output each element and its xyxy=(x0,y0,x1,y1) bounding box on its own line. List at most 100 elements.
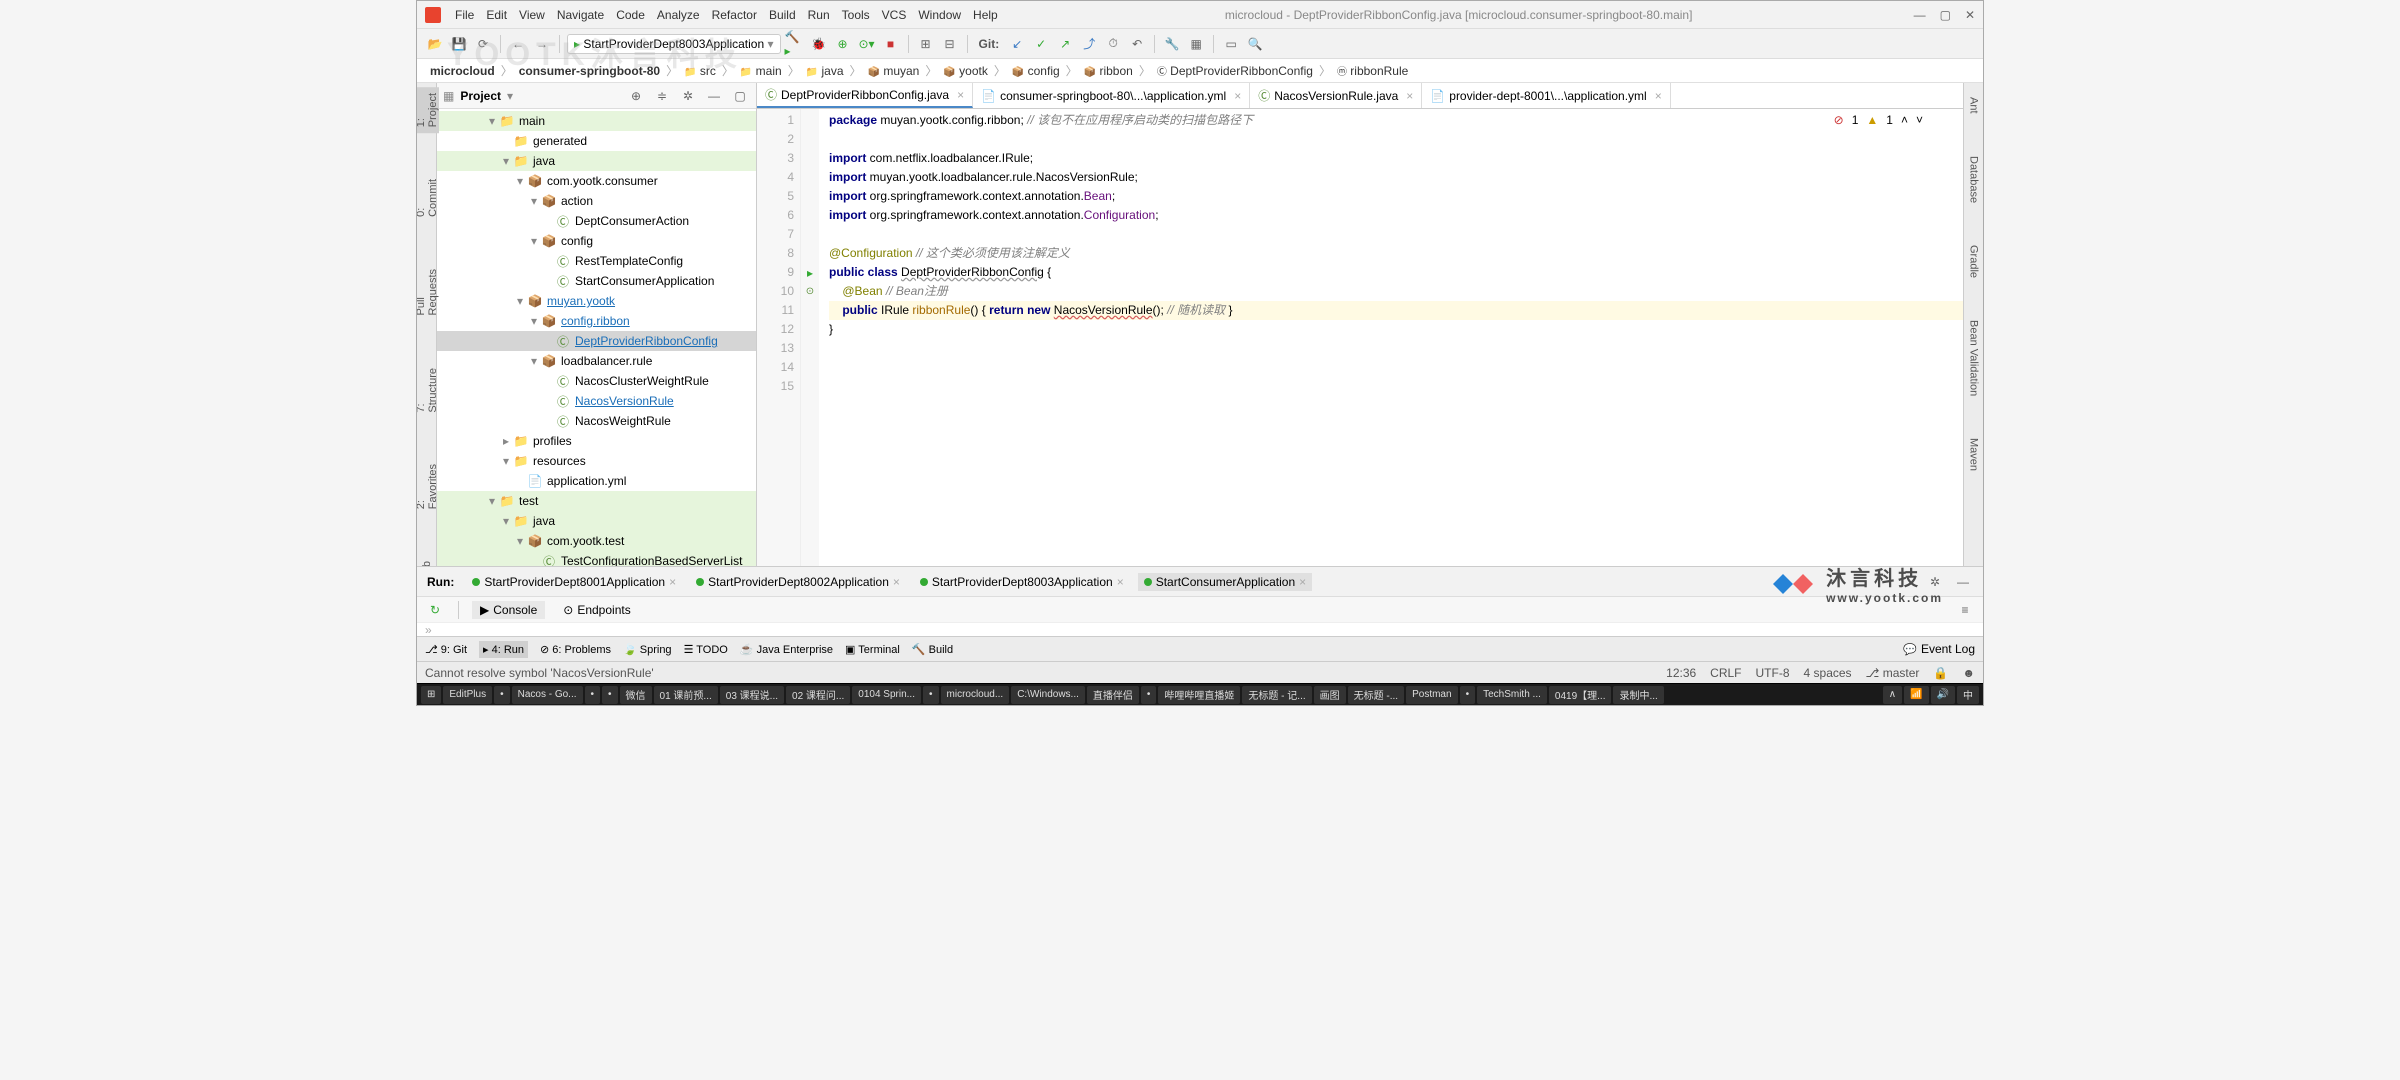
menu-window[interactable]: Window xyxy=(912,8,967,22)
expand-all-icon[interactable]: ≑ xyxy=(652,86,672,106)
right-tab-4[interactable]: Maven xyxy=(1968,432,1980,477)
forward-icon[interactable]: → xyxy=(532,34,552,54)
menu-vcs[interactable]: VCS xyxy=(876,8,913,22)
bottom-tab-build[interactable]: 🔨 Build xyxy=(912,643,953,656)
menu-view[interactable]: View xyxy=(513,8,551,22)
breadcrumb-2[interactable]: 📁 src xyxy=(681,63,719,79)
menu-build[interactable]: Build xyxy=(763,8,802,22)
taskbar-btn-19[interactable]: Postman xyxy=(1406,686,1457,704)
right-tab-3[interactable]: Bean Validation xyxy=(1968,314,1980,402)
chevron-up-icon[interactable]: ˄ xyxy=(1901,113,1908,127)
taskbar-btn-16[interactable]: 无标题 - 记... xyxy=(1242,686,1311,704)
menu-tools[interactable]: Tools xyxy=(836,8,876,22)
left-tab-3[interactable]: 7: Structure xyxy=(417,362,439,419)
tree-start_consumer_application[interactable]: ⒸStartConsumerApplication xyxy=(437,271,756,291)
tree-config_ribbon[interactable]: ▾📦config.ribbon xyxy=(437,311,756,331)
taskbar-btn-17[interactable]: 画图 xyxy=(1314,686,1346,704)
encoding[interactable]: UTF-8 xyxy=(1756,666,1790,680)
refresh-icon[interactable]: ⟳ xyxy=(473,34,493,54)
project-tool-icon[interactable]: ▦ xyxy=(443,89,454,103)
tree-com_yootk_test[interactable]: ▾📦com.yootk.test xyxy=(437,531,756,551)
indent[interactable]: 4 spaces xyxy=(1804,666,1852,680)
git-commit-icon[interactable]: ✓ xyxy=(1031,34,1051,54)
right-tab-1[interactable]: Database xyxy=(1968,150,1980,209)
taskbar-btn-6[interactable]: 01 课前预... xyxy=(654,686,718,704)
left-tab-5[interactable]: Web xyxy=(421,555,433,566)
debug-icon[interactable]: 🐞 xyxy=(809,34,829,54)
run-tab-3[interactable]: StartConsumerApplication× xyxy=(1138,573,1312,591)
git-clock-icon[interactable]: ⏱ xyxy=(1103,34,1123,54)
start-button[interactable]: ⊞ xyxy=(421,686,441,704)
right-tab-2[interactable]: Gradle xyxy=(1968,239,1980,284)
taskbar-btn-1[interactable]: • xyxy=(494,686,510,704)
taskbar-btn-13[interactable]: 直播伴侣 xyxy=(1087,686,1139,704)
lock-icon[interactable]: 🔒 xyxy=(1933,666,1948,680)
breadcrumb-4[interactable]: 📁 java xyxy=(803,63,847,79)
editor-tab-3[interactable]: 📄provider-dept-8001\...\application.yml× xyxy=(1422,83,1670,108)
taskbar-btn-21[interactable]: TechSmith ... xyxy=(1477,686,1547,704)
more2-icon[interactable]: ⊟ xyxy=(940,34,960,54)
maximize-icon[interactable]: ▢ xyxy=(1940,8,1951,22)
git-branch[interactable]: ⎇ master xyxy=(1866,666,1920,680)
bottom-tab-term[interactable]: ▣ Terminal xyxy=(845,643,900,656)
tree-dept_provider_ribbon_config[interactable]: ⒸDeptProviderRibbonConfig xyxy=(437,331,756,351)
git-history-icon[interactable]: ⤴ xyxy=(1079,34,1099,54)
coverage-icon[interactable]: ⊕ xyxy=(833,34,853,54)
left-tab-2[interactable]: Pull Requests xyxy=(417,263,439,321)
breadcrumb-1[interactable]: consumer-springboot-80 xyxy=(516,63,663,79)
search-icon[interactable]: 🔍 xyxy=(1245,34,1265,54)
more-icon[interactable]: ⊞ xyxy=(916,34,936,54)
git-revert-icon[interactable]: ↶ xyxy=(1127,34,1147,54)
left-tab-1[interactable]: 0: Commit xyxy=(417,173,439,223)
tree-application_yml[interactable]: 📄application.yml xyxy=(437,471,756,491)
bottom-tab-todo[interactable]: ☰ TODO xyxy=(684,643,728,656)
breadcrumb-8[interactable]: 📦 ribbon xyxy=(1081,63,1136,79)
settings-icon[interactable]: 🔧 xyxy=(1162,34,1182,54)
tree-config[interactable]: ▾📦config xyxy=(437,231,756,251)
bottom-tab-run[interactable]: ▸ 4: Run xyxy=(479,641,528,658)
menu-file[interactable]: File xyxy=(449,8,480,22)
bottom-tab-git[interactable]: ⎇ 9: Git xyxy=(425,643,467,656)
taskbar-btn-7[interactable]: 03 课程说... xyxy=(720,686,784,704)
tree-java[interactable]: ▾📁java xyxy=(437,151,756,171)
collapse-icon[interactable]: ✲ xyxy=(678,86,698,106)
tree-dept_consumer_action[interactable]: ⒸDeptConsumerAction xyxy=(437,211,756,231)
run-config-selector[interactable]: ▸ StartProviderDept8003Application ▾ xyxy=(567,34,781,54)
back-icon[interactable]: ← xyxy=(508,34,528,54)
menu-analyze[interactable]: Analyze xyxy=(651,8,706,22)
breadcrumb-5[interactable]: 📦 muyan xyxy=(865,63,923,79)
breadcrumb-3[interactable]: 📁 main xyxy=(737,63,785,79)
endpoints-tab[interactable]: ⊙ Endpoints xyxy=(555,601,638,619)
tree-nacos_version_rule[interactable]: ⒸNacosVersionRule xyxy=(437,391,756,411)
breadcrumb-0[interactable]: microcloud xyxy=(427,63,498,79)
breadcrumb-6[interactable]: 📦 yootk xyxy=(940,63,990,79)
right-tab-0[interactable]: Ant xyxy=(1968,91,1980,120)
bottom-tab-ent[interactable]: ☕ Java Enterprise xyxy=(740,643,833,656)
run-tab-1[interactable]: StartProviderDept8002Application× xyxy=(690,573,906,591)
taskbar-btn-5[interactable]: 微信 xyxy=(620,686,652,704)
save-all-icon[interactable]: 💾 xyxy=(449,34,469,54)
menu-edit[interactable]: Edit xyxy=(480,8,513,22)
taskbar-btn-18[interactable]: 无标题 -... xyxy=(1348,686,1404,704)
console-tab[interactable]: ▶ Console xyxy=(472,601,545,619)
git-update-icon[interactable]: ↙ xyxy=(1007,34,1027,54)
taskbar-btn-15[interactable]: 哔哩哔哩直播姬 xyxy=(1158,686,1240,704)
menu-refactor[interactable]: Refactor xyxy=(706,8,763,22)
taskbar-btn-12[interactable]: C:\Windows... xyxy=(1011,686,1085,704)
taskbar-btn-2[interactable]: Nacos - Go... xyxy=(512,686,583,704)
taskbar-btn-11[interactable]: microcloud... xyxy=(941,686,1010,704)
settings-dd-icon[interactable]: — xyxy=(704,86,724,106)
open-icon[interactable]: 📂 xyxy=(425,34,445,54)
editor-tab-1[interactable]: 📄consumer-springboot-80\...\application.… xyxy=(973,83,1250,108)
tree-test[interactable]: ▾📁test xyxy=(437,491,756,511)
select-opened-icon[interactable]: ⊕ xyxy=(626,86,646,106)
close-icon[interactable]: ✕ xyxy=(1965,8,1975,22)
tree-profiles[interactable]: ▸📁profiles xyxy=(437,431,756,451)
tree-muyan_yootk[interactable]: ▾📦muyan.yootk xyxy=(437,291,756,311)
breadcrumb-10[interactable]: ⓜ ribbonRule xyxy=(1334,62,1411,79)
taskbar-btn-14[interactable]: • xyxy=(1141,686,1157,704)
run-icon[interactable]: 🔨▸ xyxy=(785,34,805,54)
tree-loadbalancer_rule[interactable]: ▾📦loadbalancer.rule xyxy=(437,351,756,371)
stop-icon[interactable]: ■ xyxy=(881,34,901,54)
tree-test_config_based[interactable]: ⒸTestConfigurationBasedServerList xyxy=(437,551,756,566)
